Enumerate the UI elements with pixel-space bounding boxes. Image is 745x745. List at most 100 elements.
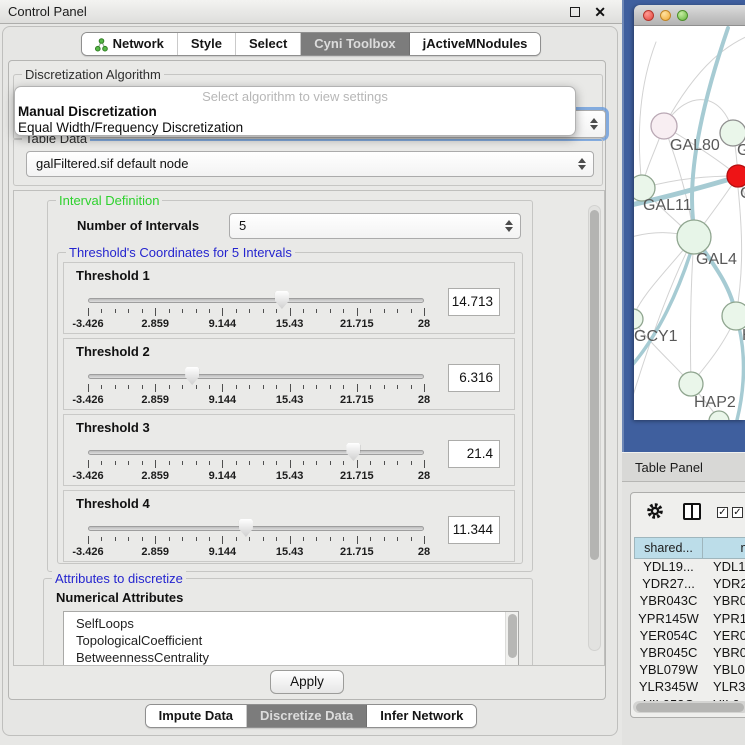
- dropdown-option-manual-discretization[interactable]: Manual Discretization: [15, 104, 575, 120]
- threshold-label: Threshold 2: [76, 344, 150, 359]
- table-row[interactable]: YBR043CYBR0: [634, 593, 745, 610]
- network-node[interactable]: [722, 302, 745, 330]
- dropdown-option-equal-width-frequency-discretization[interactable]: Equal Width/Frequency Discretization: [15, 120, 575, 136]
- network-edge-thick[interactable]: [634, 242, 694, 372]
- screenshot-root: Control Panel ✕ NetworkStyleSelectCyni T…: [0, 0, 745, 745]
- slider-tick-labels: -3.4262.8599.14415.4321.71528: [88, 546, 424, 558]
- tick-mark: [88, 384, 89, 392]
- list-item-topologicalcoefficient[interactable]: TopologicalCoefficient: [64, 632, 518, 649]
- tick-label: 2.859: [141, 546, 169, 558]
- close-icon[interactable]: ✕: [594, 2, 606, 22]
- tab-network[interactable]: Network: [82, 33, 178, 55]
- threshold-value-field[interactable]: 6.316: [448, 364, 500, 392]
- settings-gear-icon[interactable]: [645, 501, 665, 521]
- list-scrollbar[interactable]: [505, 612, 518, 666]
- apply-button[interactable]: Apply: [270, 670, 344, 694]
- threshold-value-field[interactable]: 14.713: [448, 288, 500, 316]
- tick-mark: [397, 537, 398, 541]
- zoom-traffic-light-icon[interactable]: [677, 10, 688, 21]
- tick-mark: [424, 460, 425, 468]
- slider-ticks: [88, 536, 424, 545]
- close-traffic-light-icon[interactable]: [643, 10, 654, 21]
- tick-mark: [182, 537, 183, 541]
- tick-mark: [115, 537, 116, 541]
- network-canvas[interactable]: GAL80GACGAL11GAL4GCY1HHAP2: [634, 26, 745, 420]
- list-item-selfloops[interactable]: SelfLoops: [64, 615, 518, 632]
- network-node[interactable]: [677, 220, 711, 254]
- tick-mark: [263, 537, 264, 541]
- combo-stepper-icon: [590, 118, 598, 130]
- network-edge[interactable]: [639, 42, 656, 188]
- tick-mark: [88, 460, 89, 468]
- algorithm-dropdown-popup: Select algorithm to view settings Manual…: [14, 86, 576, 136]
- slider-thumb[interactable]: [185, 367, 199, 385]
- network-node[interactable]: [709, 411, 729, 420]
- tick-mark: [290, 384, 291, 392]
- network-node[interactable]: [634, 309, 643, 329]
- slider-thumb[interactable]: [346, 443, 360, 461]
- tick-mark: [397, 461, 398, 465]
- tick-label: 15.43: [276, 546, 304, 558]
- table-row[interactable]: YDL19...YDL1: [634, 559, 745, 576]
- table-row[interactable]: YLR345WYLR3: [634, 679, 745, 696]
- slider-thumb[interactable]: [275, 291, 289, 309]
- list-item-betweennesscentrality[interactable]: BetweennessCentrality: [64, 649, 518, 666]
- tick-mark: [209, 385, 210, 389]
- slider-thumb[interactable]: [239, 519, 253, 537]
- float-window-icon[interactable]: [570, 7, 580, 17]
- threshold-value-field[interactable]: 21.4: [448, 440, 500, 468]
- tick-mark: [128, 309, 129, 313]
- cell-name: YER0: [703, 628, 745, 645]
- tab-select[interactable]: Select: [236, 33, 301, 55]
- slider-track[interactable]: [88, 526, 424, 531]
- table-row[interactable]: YBR045CYBR0: [634, 645, 745, 662]
- horizontal-scrollbar[interactable]: [633, 701, 745, 713]
- group-title: Attributes to discretize: [52, 571, 186, 586]
- vertical-scrollbar[interactable]: [588, 205, 601, 651]
- slider-track[interactable]: [88, 374, 424, 379]
- tick-mark: [263, 461, 264, 465]
- column-header-shared-name[interactable]: shared...: [634, 537, 703, 559]
- slider-track[interactable]: [88, 450, 424, 455]
- network-edge[interactable]: [690, 237, 694, 384]
- numerical-attributes-list[interactable]: SelfLoopsTopologicalCoefficientBetweenne…: [63, 611, 519, 666]
- network-node[interactable]: [727, 165, 745, 187]
- attributes-group: Attributes to discretize Numerical Attri…: [43, 578, 533, 666]
- table-row[interactable]: YER054CYER0: [634, 628, 745, 645]
- cell-name: YBR0: [703, 593, 745, 610]
- checkbox-icon[interactable]: [717, 507, 728, 518]
- minimize-traffic-light-icon[interactable]: [660, 10, 671, 21]
- threshold-block: Threshold 3-3.4262.8599.14415.4321.71528…: [63, 414, 515, 486]
- threshold-block: Threshold 1-3.4262.8599.14415.4321.71528…: [63, 262, 515, 334]
- tab-discretize-data[interactable]: Discretize Data: [247, 705, 367, 727]
- table-row[interactable]: YPR145WYPR1: [634, 611, 745, 628]
- tick-label: 28: [418, 318, 430, 330]
- slider-track[interactable]: [88, 298, 424, 303]
- tab-jactivemnodules[interactable]: jActiveMNodules: [410, 33, 541, 55]
- tab-impute-data[interactable]: Impute Data: [146, 705, 247, 727]
- threshold-value-field[interactable]: 11.344: [448, 516, 500, 544]
- column-header-name[interactable]: na: [703, 537, 745, 559]
- tick-mark: [411, 461, 412, 465]
- tick-label: 9.144: [209, 546, 237, 558]
- table-row[interactable]: YBL079WYBL0: [634, 662, 745, 679]
- node-table-panel: shared... na YDL19...YDL1YDR27...YDR2YBR…: [630, 492, 745, 718]
- number-of-intervals-combobox[interactable]: 5: [229, 213, 521, 239]
- cell-shared-name: YDL19...: [634, 559, 703, 576]
- tick-mark: [263, 309, 264, 313]
- network-node[interactable]: [651, 113, 677, 139]
- node-label: GCY1: [634, 328, 678, 345]
- tab-infer-network[interactable]: Infer Network: [367, 705, 476, 727]
- tick-mark: [222, 308, 223, 316]
- tab-style[interactable]: Style: [178, 33, 236, 55]
- split-columns-icon[interactable]: [683, 503, 701, 520]
- tick-label: 28: [418, 546, 430, 558]
- network-node[interactable]: [679, 372, 703, 396]
- tick-label: 21.715: [340, 470, 374, 482]
- tick-mark: [384, 309, 385, 313]
- checkbox-icon[interactable]: [732, 507, 743, 518]
- table-row[interactable]: YDR27...YDR2: [634, 576, 745, 593]
- table-data-combobox[interactable]: galFiltered.sif default node: [26, 151, 594, 177]
- tick-mark: [316, 309, 317, 313]
- tab-cyni-toolbox[interactable]: Cyni Toolbox: [301, 33, 409, 55]
